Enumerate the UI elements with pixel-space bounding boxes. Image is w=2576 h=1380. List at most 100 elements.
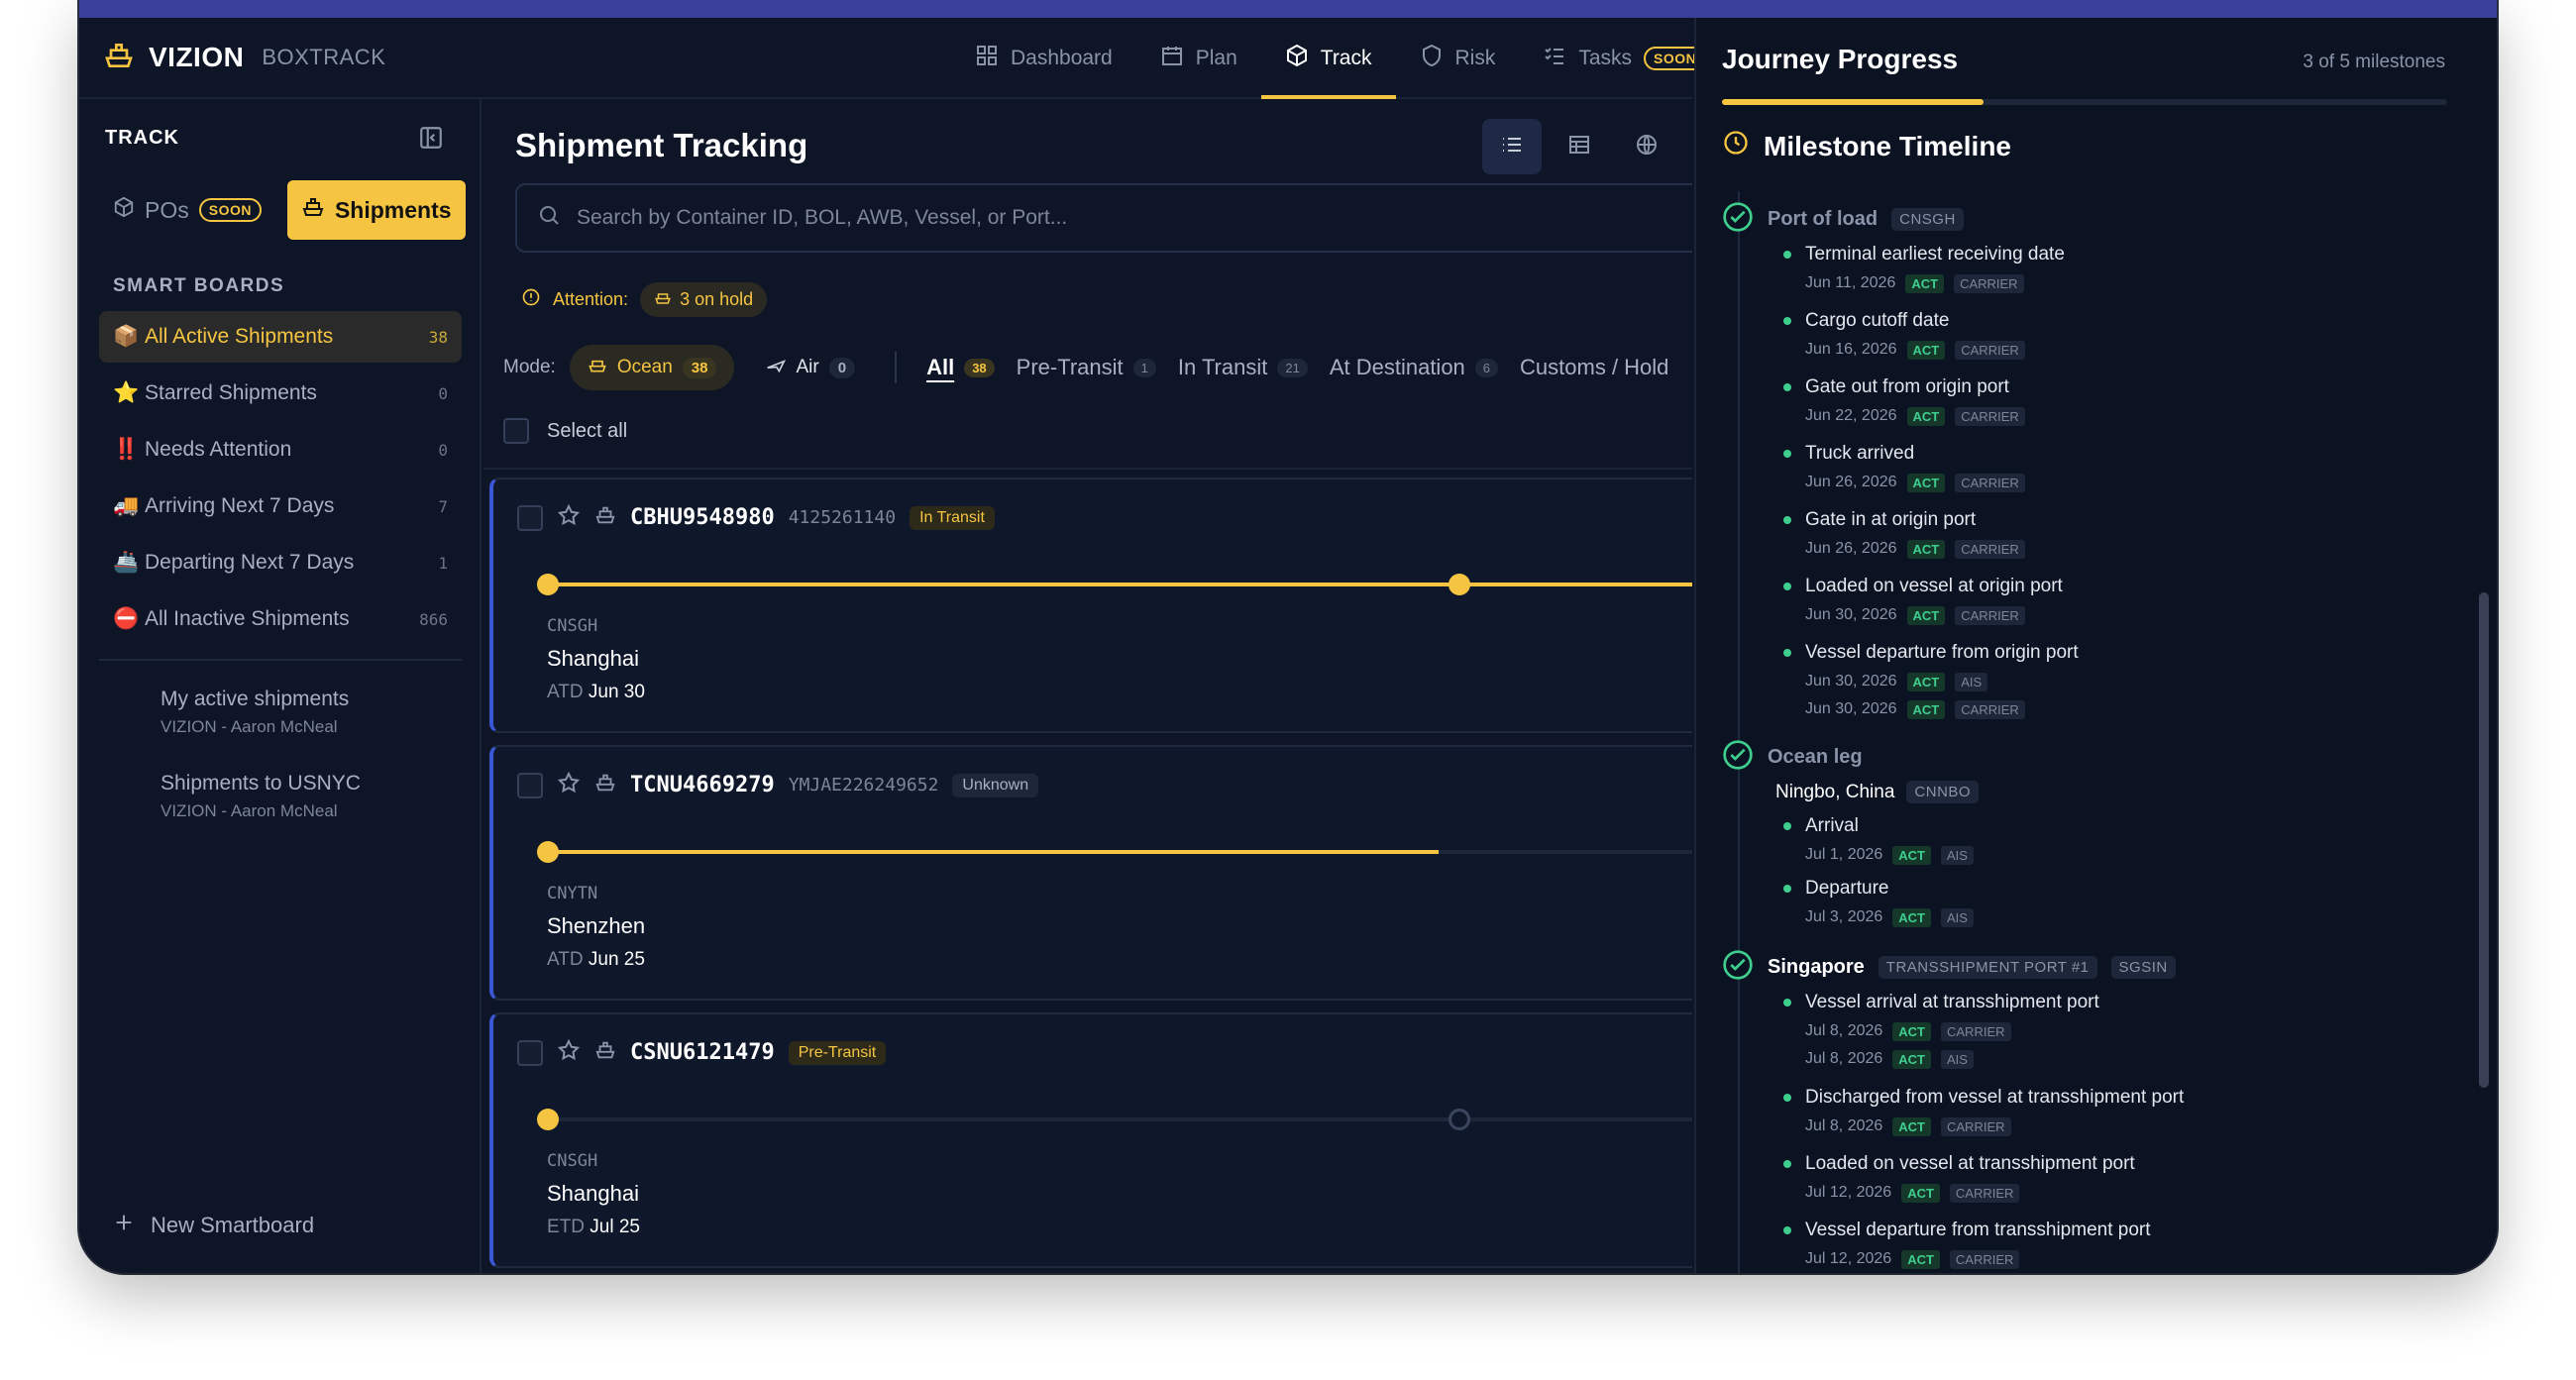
timeline-event[interactable]: Loaded on vessel at origin port Jun 30, 2… [1783,576,2063,625]
event-name: Loaded on vessel at origin port [1783,576,2063,597]
nav-label: Risk [1454,47,1496,69]
board-label: Starred Shipments [145,381,317,404]
event-line: Jul 1, 2026 ACT AIS [1805,845,1974,865]
collapse-sidebar-icon[interactable] [418,125,444,156]
star-icon[interactable] [557,503,581,532]
box-icon [113,196,135,224]
shipment-card[interactable]: CBHU9548980 4125261140 In Transit CNSGH S… [489,478,1692,733]
boat-logo-icon [103,40,135,76]
tasks-icon [1543,44,1566,73]
event-name: Vessel departure from origin port [1783,642,2079,664]
tab-label: Customs / Hold [1520,355,1669,379]
port-code: CNSGH [547,1151,598,1171]
select-all-checkbox[interactable] [503,418,529,444]
package-icon: 📦 [113,325,140,348]
nav-plan[interactable]: Plan [1136,18,1261,99]
timeline-event[interactable]: Discharged from vessel at transshipment … [1783,1087,2184,1136]
event-date: Jul 8, 2026 [1805,1022,1883,1039]
timeline-event[interactable]: Gate out from origin port Jun 22, 2026 ACT… [1783,376,2025,426]
timeline-event[interactable]: Gate in at origin port Jun 26, 2026 ACT CAR… [1783,509,2025,559]
timeline-event[interactable]: Truck arrived Jun 26, 2026 ACT CARRIER [1783,443,2025,492]
shipment-card[interactable]: CSNU6121479 Pre-Transit CNSGH Shanghai ETD… [489,1012,1692,1268]
tab-at-destination[interactable]: At Destination 6 [1330,355,1499,380]
star-icon[interactable] [557,1038,581,1067]
on-hold-chip[interactable]: 3 on hold [640,282,768,317]
board-inactive[interactable]: ⛔ All Inactive Shipments 866 [99,593,462,645]
route-track [537,841,1692,863]
event-date: Jun 16, 2026 [1805,341,1897,358]
shipment-card[interactable]: TCNU4669279 YMJAE226249652 Unknown CNYTN… [489,745,1692,1001]
pos-button[interactable]: POs SOON [99,180,275,240]
my-board-title: Shipments to USNYC [161,772,361,795]
view-segment: POs SOON Shipments [99,180,466,240]
row-checkbox[interactable] [517,504,543,531]
timeline-event[interactable]: Arrival Jul 1, 2026 ACT AIS [1783,815,1974,865]
board-all-active[interactable]: 📦 All Active Shipments 38 [99,311,462,363]
source-badge: CARRIER [1949,1183,2020,1203]
board-needs-attention[interactable]: ‼️ Needs Attention 0 [99,424,462,476]
timeline-event[interactable]: Cargo cutoff date Jun 16, 2026 ACT CARRIER [1783,310,2025,360]
timeline-event[interactable]: Vessel arrival at transshipment port Jul … [1783,992,2099,1069]
source-badge: CARRIER [1955,473,2025,492]
search-input[interactable]: Search by Container ID, BOL, AWB, Vessel… [515,183,1692,253]
mode-ocean-count: 38 [682,357,717,378]
nav-label: Track [1320,47,1372,69]
port-chip: CNNBO [1906,781,1980,803]
logo[interactable]: VIZION BOXTRACK [103,40,385,76]
event-date: Jul 1, 2026 [1805,846,1883,863]
event-line: Jun 11, 2026 ACT CARRIER [1805,273,2065,293]
shipments-button[interactable]: Shipments [286,180,466,240]
port-chip: CNSGH [1891,208,1964,231]
container-id: CSNU6121479 [630,1040,775,1065]
board-count: 1 [438,553,448,573]
tab-count: 38 [964,358,995,377]
shipments-label: Shipments [334,196,452,223]
my-board-item[interactable]: Shipments to USNYC VIZION - Aaron McNeal [161,772,361,821]
event-name: Vessel arrival at transshipment port [1783,992,2099,1013]
scrollbar[interactable] [2479,592,2489,1088]
mode-air[interactable]: Air 0 [748,345,873,390]
soon-badge: SOON [198,198,262,222]
tab-pre-transit[interactable]: Pre-Transit 1 [1017,355,1156,380]
timeline-event[interactable]: Vessel departure from transshipment port… [1783,1220,2151,1273]
board-departing[interactable]: 🚢 Departing Next 7 Days 1 [99,537,462,588]
event-line: Jun 30, 2026 ACT AIS [1805,672,2079,691]
select-all[interactable]: Select all [503,418,627,444]
timeline-event[interactable]: Vessel departure from origin port Jun 30,… [1783,642,2079,719]
event-name: Vessel departure from transshipment port [1783,1220,2151,1241]
board-starred[interactable]: ⭐ Starred Shipments 0 [99,368,462,419]
port-date: ATD Jun 30 [547,682,645,703]
nav-track[interactable]: Track [1260,18,1396,99]
mode-ocean[interactable]: Ocean 38 [569,345,735,390]
timeline-event[interactable]: Departure Jul 3, 2026 ACT AIS [1783,878,1974,927]
source-badge: CARRIER [1941,1116,2011,1136]
timeline-line [1738,191,1740,1273]
board-arriving[interactable]: 🚚 Arriving Next 7 Days 7 [99,480,462,532]
nav-risk[interactable]: Risk [1396,18,1520,99]
table-view-button[interactable] [1550,119,1609,174]
port-code: CNYTN [547,884,598,903]
map-view-button[interactable] [1617,119,1676,174]
timeline-event[interactable]: Loaded on vessel at transshipment port Ju… [1783,1153,2135,1203]
actual-badge: ACT [1906,605,1946,625]
tab-all[interactable]: All 38 [926,355,995,380]
divider [895,352,898,383]
nav-dashboard[interactable]: Dashboard [951,18,1136,99]
tab-customs-hold[interactable]: Customs / Hold [1520,355,1668,380]
new-smartboard-label: New Smartboard [151,1213,315,1237]
row-checkbox[interactable] [517,1039,543,1066]
board-label: All Active Shipments [145,325,334,348]
list-view-button[interactable] [1482,119,1542,174]
new-smartboard-button[interactable]: New Smartboard [113,1212,314,1239]
tab-in-transit[interactable]: In Transit 21 [1178,355,1308,380]
divider [99,659,462,661]
mode-ocean-label: Ocean [616,357,673,377]
source-badge: CARRIER [1955,539,2025,559]
app-window: VIZION BOXTRACK Dashboard Plan Track Ris… [79,0,2497,1273]
row-checkbox[interactable] [517,772,543,798]
mode-label: Mode: [503,357,556,377]
star-icon[interactable] [557,771,581,799]
source-badge: CARRIER [1955,406,2025,426]
timeline-event[interactable]: Terminal earliest receiving date Jun 11, … [1783,244,2065,293]
my-board-item[interactable]: My active shipments VIZION - Aaron McNeal [161,688,349,737]
